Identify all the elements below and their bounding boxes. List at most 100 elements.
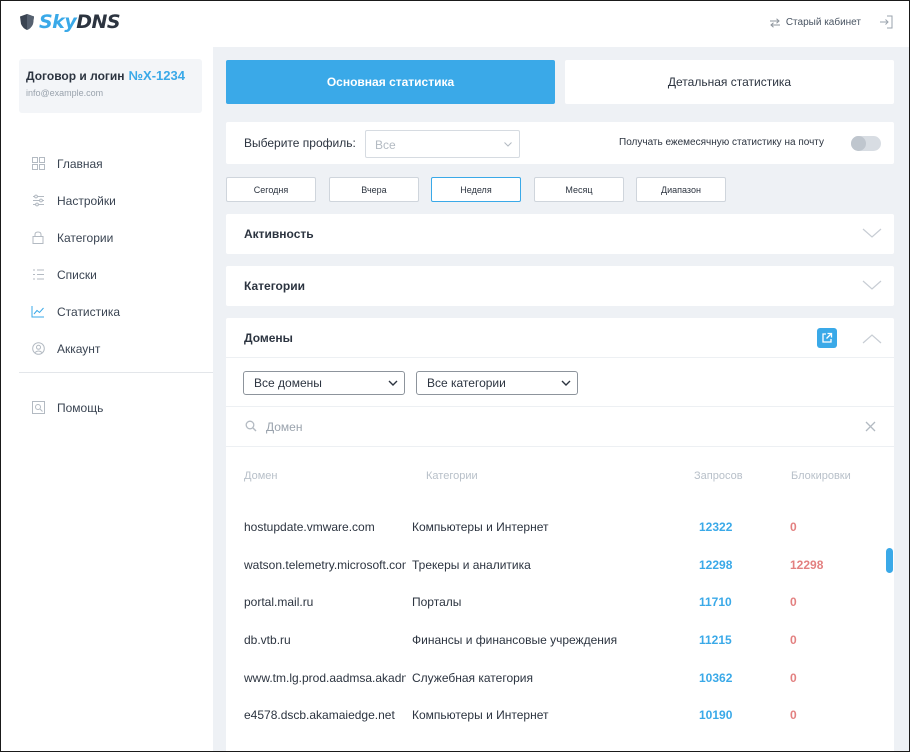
cell-blocks[interactable]: 12298 [790, 558, 850, 572]
old-cabinet-link[interactable]: Старый кабинет [769, 17, 861, 28]
table-row[interactable]: www.tm.lg.prod.aadmsa.akadns.net Служебн… [226, 659, 876, 697]
section-categories[interactable]: Категории [226, 266, 894, 306]
swap-arrows-icon [769, 17, 780, 28]
cell-domain: watson.telemetry.microsoft.com [244, 557, 406, 572]
section-activity[interactable]: Активность [226, 214, 894, 254]
sidebar-item-label: Настройки [57, 193, 116, 208]
lock-icon [31, 231, 45, 245]
sidebar-item-statistics[interactable]: Статистика [31, 293, 120, 330]
period-month-button[interactable]: Месяц [534, 177, 624, 202]
app-window: SkyDNS Старый кабинет Договор и логин №X-… [0, 0, 910, 752]
tab-main-statistics[interactable]: Основная статистика [226, 60, 555, 104]
chevron-down-icon [862, 280, 882, 290]
table-row[interactable]: hostupdate.vmware.com Компьютеры и Интер… [226, 508, 876, 546]
sidebar-item-label: Главная [57, 156, 103, 171]
sidebar-divider [19, 372, 213, 373]
period-range-button[interactable]: Диапазон [636, 177, 726, 202]
column-header-requests[interactable]: Запросов [694, 470, 743, 482]
table-row[interactable]: portal.mail.ru Порталы 11710 0 [226, 583, 876, 621]
toggle-knob [851, 136, 866, 151]
cell-domain: e4578.dscb.akamaiedge.net [244, 708, 395, 723]
user-circle-icon [31, 342, 45, 356]
cell-requests[interactable]: 12298 [699, 558, 759, 572]
skydns-logo[interactable]: SkyDNS [19, 11, 121, 33]
section-title: Категории [244, 279, 305, 293]
sidebar-item-lists[interactable]: Списки [31, 256, 120, 293]
domains-filter-select[interactable]: Все домены [243, 371, 405, 395]
table-row[interactable]: e4578.dscb.akamaiedge.net Компьютеры и И… [226, 696, 876, 734]
chevron-up-icon[interactable] [862, 332, 882, 346]
sidebar-item-label: Помощь [57, 400, 104, 415]
cell-domain: portal.mail.ru [244, 595, 314, 610]
chart-line-icon [31, 305, 45, 319]
cell-requests[interactable]: 11215 [699, 633, 759, 647]
cell-category: Служебная категория [412, 670, 533, 685]
sidebar-nav: Главная Настройки Категории Списки Стати… [31, 145, 120, 367]
domain-search-input[interactable] [266, 417, 846, 437]
sidebar-item-settings[interactable]: Настройки [31, 182, 120, 219]
domains-table-body: hostupdate.vmware.com Компьютеры и Интер… [226, 508, 876, 734]
cell-requests[interactable]: 10190 [699, 708, 759, 722]
tab-detail-statistics[interactable]: Детальная статистика [565, 60, 894, 104]
domain-search-bar [226, 408, 894, 447]
old-cabinet-label: Старый кабинет [785, 17, 861, 28]
cell-blocks[interactable]: 0 [790, 671, 850, 685]
external-link-icon [822, 332, 833, 343]
sidebar-item-help[interactable]: Помощь [31, 389, 103, 426]
list-icon [31, 268, 45, 282]
categories-filter-select[interactable]: Все категории [416, 371, 578, 395]
sidebar-item-label: Категории [57, 230, 114, 245]
table-scrollbar-thumb[interactable] [886, 548, 893, 573]
section-title: Активность [244, 227, 314, 241]
period-yesterday-button[interactable]: Вчера [329, 177, 419, 202]
cell-blocks[interactable]: 0 [790, 595, 850, 609]
cell-blocks[interactable]: 0 [790, 633, 850, 647]
sidebar-item-home[interactable]: Главная [31, 145, 120, 182]
account-card[interactable]: Договор и логин №X-1234 info@example.com [19, 59, 202, 113]
profile-label: Выберите профиль: [244, 136, 356, 150]
table-row[interactable]: watson.telemetry.microsoft.com Трекеры и… [226, 546, 876, 584]
domains-header: Домены [226, 318, 894, 358]
cell-blocks[interactable]: 0 [790, 708, 850, 722]
cell-blocks[interactable]: 0 [790, 520, 850, 534]
export-button[interactable] [817, 328, 837, 348]
domains-filters: Все домены Все категории [226, 359, 894, 407]
profile-select-value: Все [375, 138, 396, 152]
section-title: Домены [244, 331, 293, 345]
main-content: Основная статистика Детальная статистика… [213, 47, 909, 751]
cell-domain: hostupdate.vmware.com [244, 520, 375, 534]
close-icon[interactable] [865, 421, 876, 432]
sidebar-item-categories[interactable]: Категории [31, 219, 120, 256]
sidebar: Договор и логин №X-1234 info@example.com … [1, 47, 213, 751]
sidebar-item-account[interactable]: Аккаунт [31, 330, 120, 367]
domains-filter-value: Все домены [254, 376, 322, 390]
column-header-blocks[interactable]: Блокировки [791, 470, 851, 482]
cell-category: Порталы [412, 595, 462, 610]
column-header-domain[interactable]: Домен [244, 470, 277, 482]
top-bar: SkyDNS Старый кабинет [1, 1, 909, 47]
chevron-down-icon [862, 228, 882, 238]
profile-panel: Выберите профиль: Все Получать ежемесячн… [226, 122, 894, 164]
logout-icon [880, 15, 893, 29]
period-week-button[interactable]: Неделя [431, 177, 521, 202]
cell-category: Компьютеры и Интернет [412, 708, 549, 723]
account-title: Договор и логин №X-1234 [26, 68, 185, 83]
cell-domain: www.tm.lg.prod.aadmsa.akadns.net [244, 670, 406, 685]
help-search-icon [31, 401, 45, 415]
sliders-icon [31, 194, 45, 208]
logo-wordmark: SkyDNS [39, 11, 121, 33]
cell-requests[interactable]: 12322 [699, 520, 759, 534]
column-header-category[interactable]: Категории [426, 470, 478, 482]
monthly-stats-label: Получать ежемесячную статистику на почту [619, 137, 824, 148]
monthly-stats-toggle[interactable] [851, 136, 881, 151]
cell-requests[interactable]: 11710 [699, 595, 759, 609]
chevron-down-icon [561, 380, 571, 386]
cell-category: Трекеры и аналитика [412, 557, 531, 572]
dashboard-grid-icon [31, 157, 45, 171]
profile-select[interactable]: Все [365, 130, 520, 158]
table-row[interactable]: db.vtb.ru Финансы и финансовые учреждени… [226, 621, 876, 659]
cell-requests[interactable]: 10362 [699, 671, 759, 685]
period-today-button[interactable]: Сегодня [226, 177, 316, 202]
chevron-down-icon [388, 380, 398, 386]
logout-button[interactable] [879, 15, 893, 34]
